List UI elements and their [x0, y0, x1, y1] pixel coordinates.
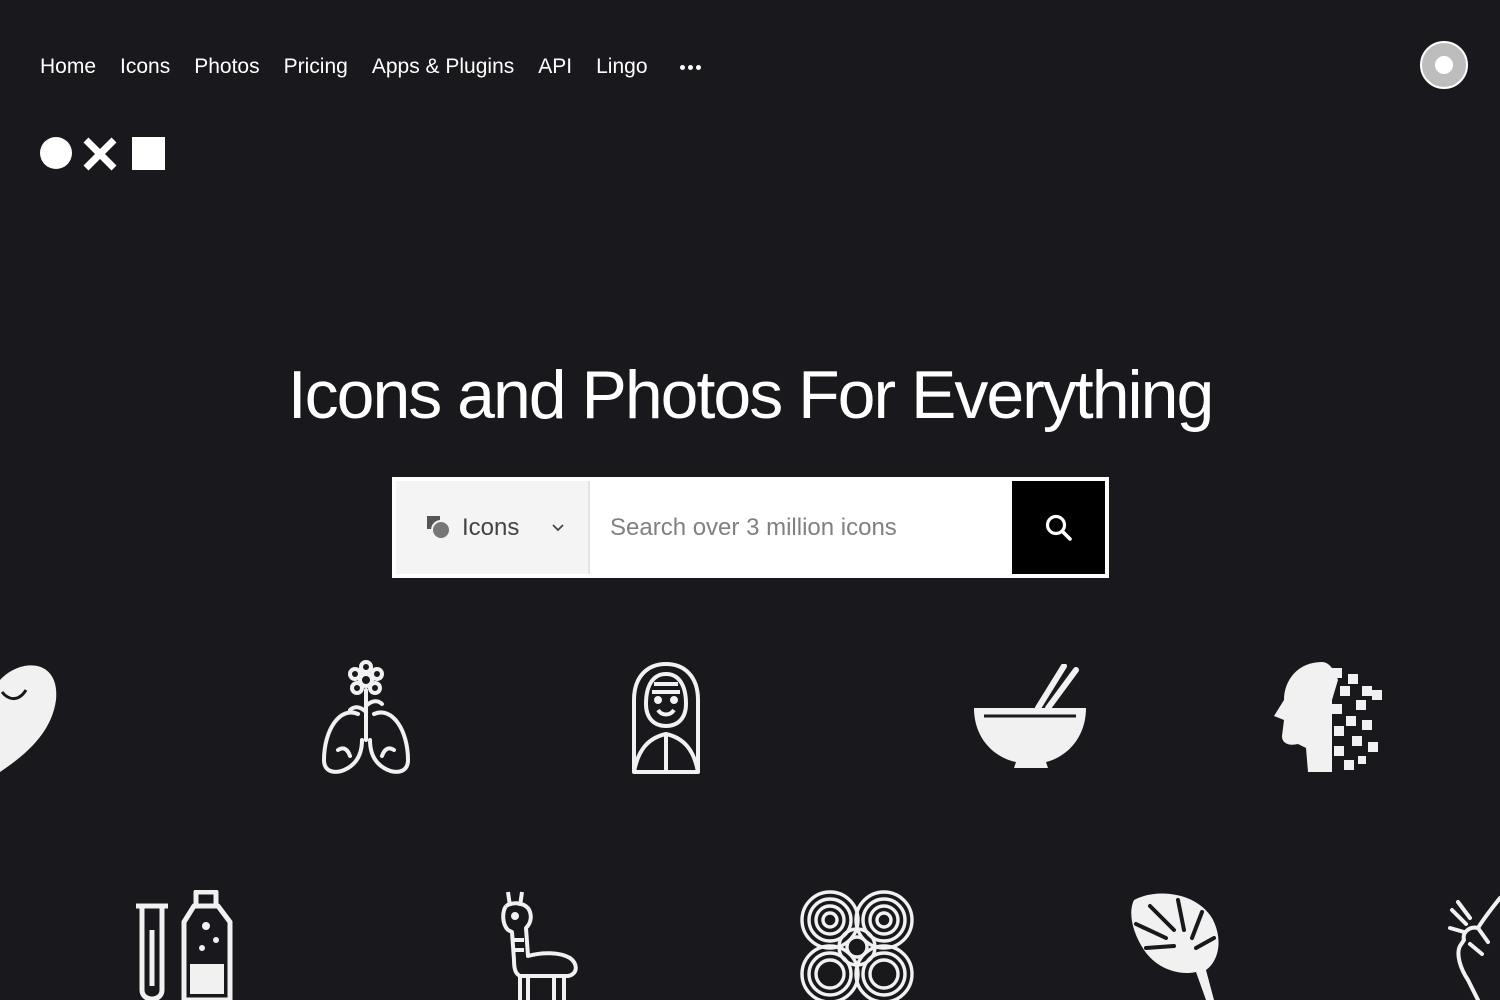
nav-api[interactable]: API: [538, 52, 572, 82]
nav-photos[interactable]: Photos: [194, 52, 259, 82]
pixel-head-icon: [1274, 662, 1382, 772]
more-dots-icon[interactable]: [679, 52, 701, 82]
nav-apps-plugins[interactable]: Apps & Plugins: [372, 52, 514, 82]
hero-title: Icons and Photos For Everything: [287, 357, 1215, 433]
chevron-down-icon: [552, 523, 564, 531]
circle-x-square-logo[interactable]: [40, 136, 170, 172]
search-icon: [1045, 514, 1072, 541]
nav-icons[interactable]: Icons: [120, 52, 170, 82]
nav-home[interactable]: Home: [40, 52, 96, 82]
swirl-pattern-icon: [800, 890, 914, 1000]
search-button[interactable]: [1012, 481, 1105, 574]
lungs-flower-icon: [322, 660, 410, 774]
woman-veil-icon: [632, 662, 700, 774]
nav-pricing[interactable]: Pricing: [284, 52, 348, 82]
page: Home Icons Photos Pricing Apps & Plugins…: [0, 0, 1500, 1000]
icons-type-icon: [427, 515, 451, 540]
nav-lingo[interactable]: Lingo: [596, 52, 647, 82]
search-type-label: Icons: [462, 513, 520, 541]
bowl-chopsticks-icon: [974, 664, 1086, 768]
monstera-leaf-icon: [1131, 893, 1219, 1000]
sauce-drip-icon: [0, 665, 57, 772]
top-nav: Home Icons Photos Pricing Apps & Plugins…: [40, 52, 701, 82]
llama-icon: [501, 891, 578, 1000]
search-bar: Icons: [392, 477, 1109, 578]
user-avatar-icon[interactable]: [1420, 41, 1468, 89]
search-input[interactable]: [590, 481, 1012, 574]
clapping-hand-icon: [1448, 896, 1500, 1000]
search-type-dropdown[interactable]: Icons: [396, 481, 590, 574]
test-tube-bottle-icon: [136, 890, 233, 1000]
